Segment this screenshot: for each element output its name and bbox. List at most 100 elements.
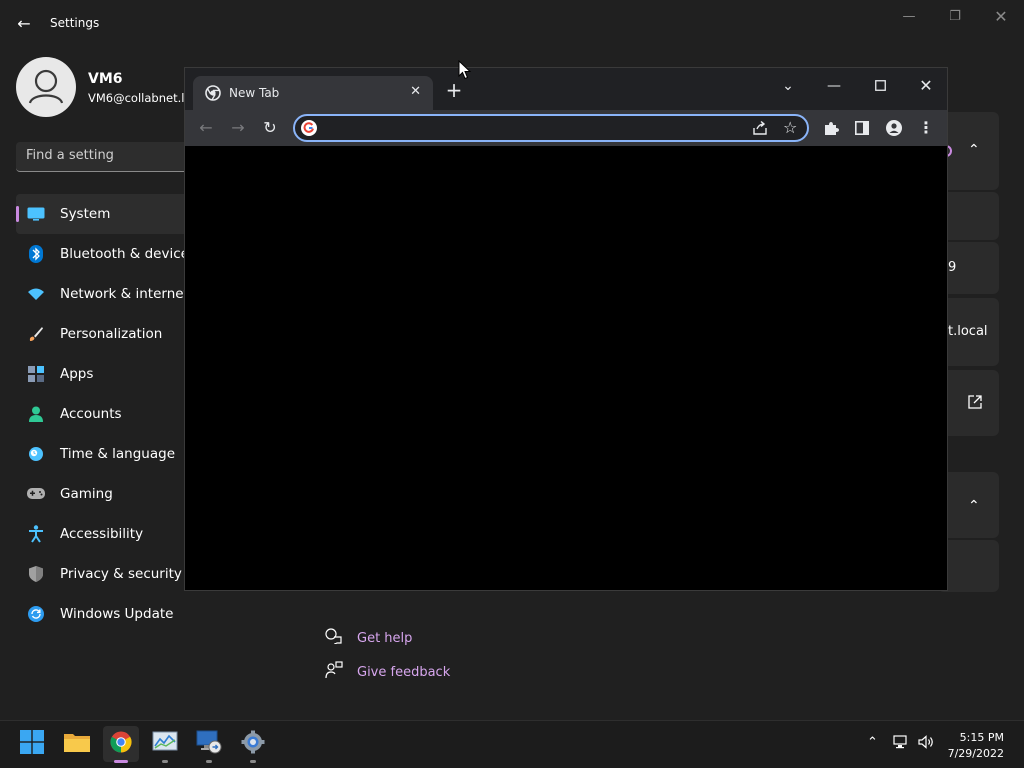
nav-item-label: System — [60, 206, 111, 222]
nav-item-label: Network & internet — [60, 286, 189, 302]
reload-icon[interactable]: ↻ — [258, 116, 282, 140]
nav-item-time-language[interactable]: Time & language — [16, 434, 196, 474]
chevron-up-icon[interactable]: ⌃ — [968, 498, 980, 514]
remote-desktop-icon — [196, 730, 222, 758]
settings-minimize-icon[interactable]: — — [894, 8, 924, 26]
accounts-icon — [26, 404, 46, 424]
nav-item-label: Apps — [60, 366, 94, 382]
network-tray-icon[interactable] — [893, 735, 909, 753]
nav-item-label: Privacy & security — [60, 566, 182, 582]
get-help-link[interactable]: Get help — [324, 628, 412, 648]
user-name: VM6 — [88, 71, 123, 87]
taskbar-performance-monitor[interactable] — [147, 726, 183, 763]
shield-icon — [26, 564, 46, 584]
chevron-up-icon[interactable]: ⌃ — [968, 142, 980, 158]
nav-item-label: Gaming — [60, 486, 113, 502]
nav-item-apps[interactable]: Apps — [16, 354, 196, 394]
system-clock[interactable]: 5:15 PM 7/29/2022 — [948, 730, 1004, 762]
card-partial-text: 9 — [948, 260, 957, 275]
give-feedback-label[interactable]: Give feedback — [357, 665, 450, 680]
chrome-toolbar: ← → ↻ ☆ ⋮ — [185, 110, 947, 146]
start-icon — [20, 730, 44, 758]
nav-item-label: Bluetooth & devices — [59, 246, 196, 262]
nav-item-accessibility[interactable]: Accessibility — [16, 514, 196, 554]
get-help-icon — [324, 628, 344, 648]
brush-icon — [26, 324, 46, 344]
nav-item-label: Windows Update — [60, 606, 174, 622]
chrome-page-content[interactable] — [185, 146, 947, 590]
nav-item-accounts[interactable]: Accounts — [16, 394, 196, 434]
back-icon[interactable]: ← — [194, 116, 218, 140]
open-external-icon[interactable] — [968, 394, 982, 413]
clock-date: 7/29/2022 — [947, 747, 1004, 760]
chrome-tab-strip: New Tab ✕ + ⌄ — ✕ — [185, 68, 947, 110]
chrome-icon — [110, 731, 132, 757]
google-g-icon — [301, 120, 317, 140]
nav-item-network-internet[interactable]: Network & internet — [16, 274, 196, 314]
back-arrow-icon[interactable]: ← — [14, 14, 34, 34]
tab-close-icon[interactable]: ✕ — [410, 84, 421, 99]
bookmark-star-icon[interactable]: ☆ — [783, 118, 797, 137]
settings-restore-icon[interactable]: ❐ — [940, 8, 970, 26]
find-setting-input[interactable] — [16, 142, 206, 169]
nav-item-windows-update[interactable]: Windows Update — [16, 594, 196, 634]
nav-item-personalization[interactable]: Personalization — [16, 314, 196, 354]
running-indicator — [250, 760, 256, 763]
nav-item-system[interactable]: System — [16, 194, 196, 234]
user-email: VM6@collabnet.lo — [88, 91, 192, 105]
settings-window-title: Settings — [50, 16, 100, 30]
share-icon[interactable] — [751, 119, 769, 141]
running-indicator — [162, 760, 168, 763]
chrome-close-icon[interactable]: ✕ — [911, 74, 941, 98]
card-partial-text: t.local — [948, 324, 988, 339]
user-avatar-icon[interactable] — [16, 57, 76, 117]
performance-monitor-icon — [152, 731, 178, 757]
forward-icon[interactable]: → — [226, 116, 250, 140]
tab-search-chevron-icon[interactable]: ⌄ — [773, 74, 803, 98]
get-help-label[interactable]: Get help — [357, 631, 412, 646]
give-feedback-icon — [324, 661, 344, 683]
side-panel-icon[interactable] — [850, 116, 874, 140]
accessibility-icon — [26, 524, 46, 544]
update-icon — [26, 604, 46, 624]
tab-new-tab[interactable]: New Tab ✕ — [193, 76, 433, 110]
taskbar: ⌃ 5:15 PM 7/29/2022 — [0, 720, 1024, 768]
chrome-minimize-icon[interactable]: — — [819, 74, 849, 98]
settings-close-icon[interactable]: ✕ — [986, 8, 1016, 26]
clock-globe-icon — [26, 444, 46, 464]
address-input[interactable] — [325, 119, 729, 139]
nav-item-label: Accessibility — [60, 526, 144, 542]
running-indicator — [114, 760, 128, 763]
tab-title: New Tab — [229, 86, 280, 100]
start-button[interactable] — [14, 726, 50, 762]
nav-item-gaming[interactable]: Gaming — [16, 474, 196, 514]
extensions-puzzle-icon[interactable] — [819, 116, 843, 140]
wifi-icon — [26, 284, 46, 304]
settings-gear-icon — [241, 730, 265, 758]
taskbar-file-explorer[interactable] — [59, 726, 95, 762]
taskbar-remote-desktop[interactable] — [191, 726, 227, 763]
address-bar[interactable]: ☆ — [293, 114, 809, 142]
nav-item-label: Personalization — [60, 326, 163, 342]
nav-item-privacy-security[interactable]: Privacy & security — [16, 554, 196, 594]
chrome-maximize-icon[interactable] — [865, 74, 895, 98]
profile-icon[interactable] — [882, 116, 906, 140]
gamepad-icon — [26, 484, 46, 504]
chrome-window: New Tab ✕ + ⌄ — ✕ ← → ↻ ☆ ⋮ — [184, 67, 948, 591]
clock-time: 5:15 PM — [959, 731, 1004, 744]
chrome-tab-favicon-icon — [205, 85, 221, 105]
nav-item-label: Accounts — [60, 406, 122, 422]
show-hidden-icons-chevron-icon[interactable]: ⌃ — [867, 735, 878, 750]
settings-nav: System Bluetooth & devices Network & int… — [16, 194, 196, 634]
taskbar-settings[interactable] — [235, 726, 271, 763]
mouse-cursor-icon — [458, 59, 472, 84]
bluetooth-icon — [26, 244, 46, 264]
nav-item-bluetooth-devices[interactable]: Bluetooth & devices — [16, 234, 196, 274]
give-feedback-link[interactable]: Give feedback — [324, 661, 450, 683]
system-icon — [26, 204, 46, 224]
apps-icon — [26, 364, 46, 384]
volume-tray-icon[interactable] — [918, 735, 936, 753]
chrome-menu-kebab-icon[interactable]: ⋮ — [914, 116, 938, 140]
running-indicator — [206, 760, 212, 763]
taskbar-chrome[interactable] — [103, 726, 139, 763]
